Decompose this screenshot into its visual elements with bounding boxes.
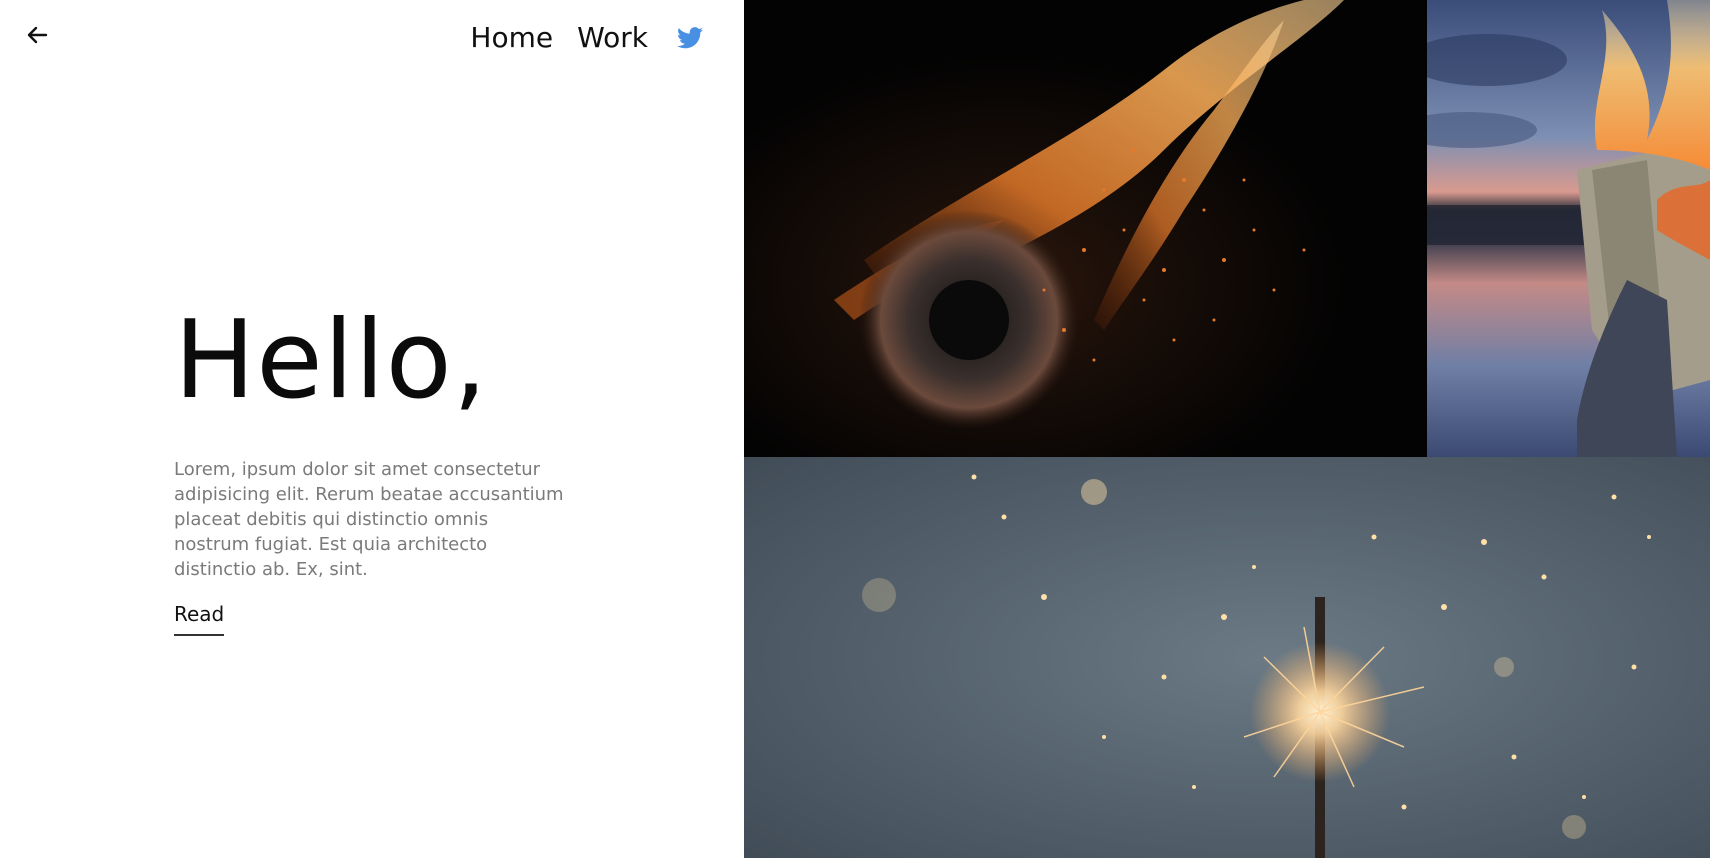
intro-paragraph: Lorem, ipsum dolor sit amet consectetur … <box>174 459 564 580</box>
burning-book-image <box>1427 0 1710 457</box>
photo-gallery <box>744 0 1710 858</box>
top-nav: Home Work <box>470 18 704 58</box>
hero-title: Hello, <box>174 298 489 423</box>
read-link[interactable]: Read <box>174 602 225 636</box>
page: Home Work Hello, Lorem, ipsum dolor sit … <box>0 0 1710 858</box>
arrow-left-icon <box>27 26 48 44</box>
twitter-link[interactable] <box>676 24 704 52</box>
twitter-icon <box>677 27 703 49</box>
sparkler-image <box>744 457 1710 858</box>
hero: Hello, <box>174 298 488 423</box>
gallery-image-burning-dandelion[interactable] <box>744 0 1427 457</box>
left-panel: Home Work Hello, Lorem, ipsum dolor sit … <box>0 0 744 858</box>
gallery-image-burning-book[interactable] <box>1427 0 1710 457</box>
nav-work-link[interactable]: Work <box>577 18 648 58</box>
nav-home-link[interactable]: Home <box>470 18 553 58</box>
burning-dandelion-image <box>744 0 1427 457</box>
gallery-image-sparkler[interactable] <box>744 457 1710 858</box>
back-button[interactable] <box>22 20 52 50</box>
